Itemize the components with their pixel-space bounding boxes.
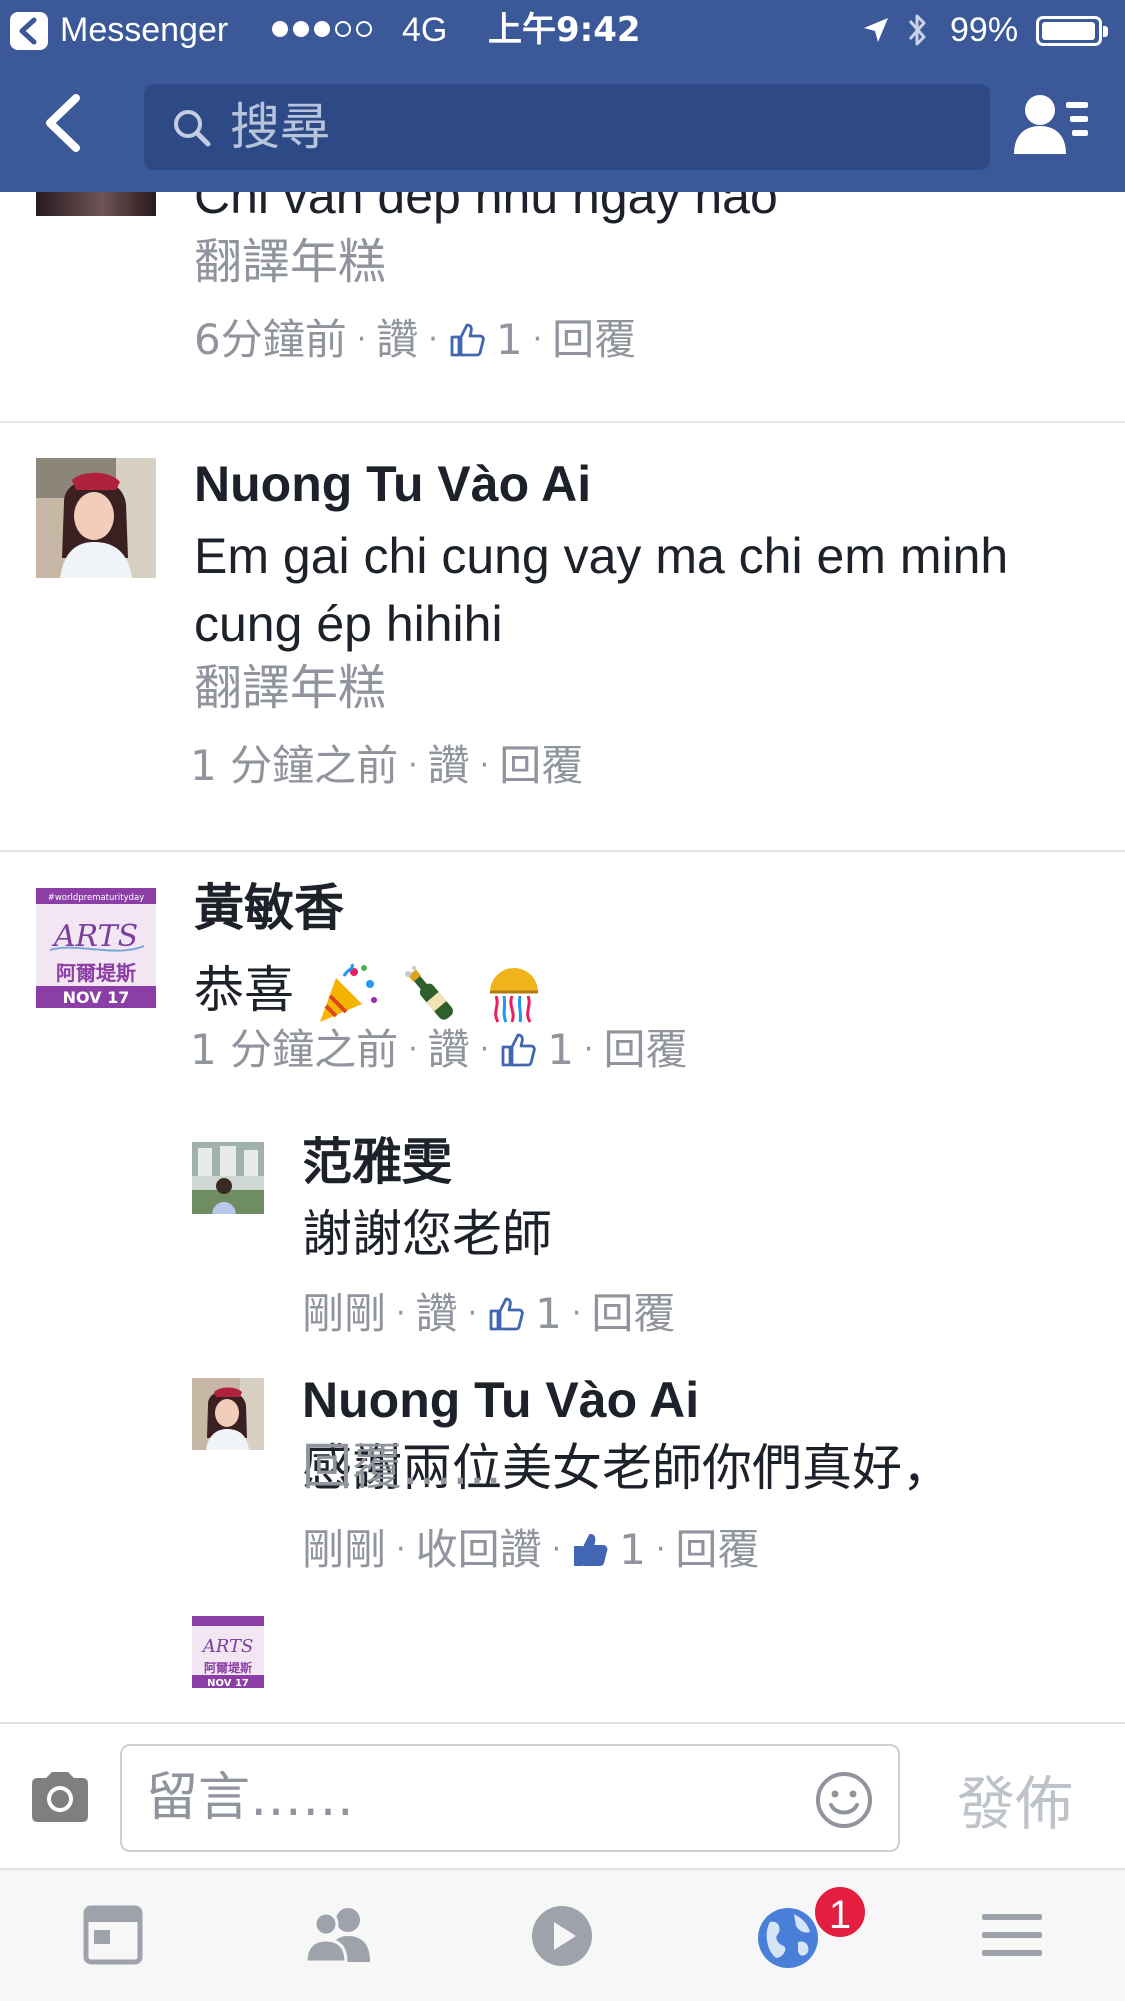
like-button[interactable]: 讚 bbox=[376, 312, 418, 368]
thumbs-up-icon bbox=[501, 1033, 536, 1067]
reply-button[interactable]: 回覆 bbox=[603, 1022, 687, 1078]
nav-bar bbox=[0, 60, 1125, 192]
divider bbox=[0, 421, 1125, 423]
signal-strength-icon bbox=[272, 21, 372, 37]
camera-icon[interactable] bbox=[28, 1770, 92, 1824]
like-count: 1 bbox=[547, 1025, 574, 1074]
replier-name[interactable]: 范雅雯 bbox=[302, 1132, 452, 1192]
comment-meta: 6分鐘前 · 讚 · 1 · 回覆 bbox=[194, 312, 636, 368]
comment-input[interactable] bbox=[146, 1746, 786, 1850]
like-count: 1 bbox=[535, 1289, 562, 1338]
reply-button[interactable]: 回覆 bbox=[499, 738, 583, 794]
notification-badge: 1 bbox=[812, 1884, 868, 1940]
reply-button[interactable]: 回覆 bbox=[552, 312, 636, 368]
news-feed-icon[interactable] bbox=[72, 1900, 152, 1970]
carrier-label: 4G bbox=[402, 11, 448, 49]
avatar[interactable] bbox=[36, 192, 156, 216]
like-count: 1 bbox=[495, 315, 523, 364]
comment-list[interactable]: Chi van dep nhu ngay nao 翻譯年糕 6分鐘前 · 讚 ·… bbox=[0, 192, 1125, 1722]
comment-text-row: 恭喜 bbox=[194, 956, 546, 1026]
divider bbox=[0, 850, 1125, 852]
comment-composer: 發佈 bbox=[0, 1722, 1125, 1868]
avatar-cn: 阿爾堤斯 bbox=[204, 1660, 252, 1675]
video-play-icon[interactable] bbox=[522, 1900, 602, 1970]
back-to-app-icon[interactable] bbox=[10, 12, 48, 50]
unlike-button[interactable]: 收回讚 bbox=[416, 1522, 542, 1578]
avatar-hashtag: #worldprematurityday bbox=[48, 893, 145, 903]
comment-meta: 1 分鐘之前 · 讚 · 1 · 回覆 bbox=[190, 1022, 687, 1078]
post-button[interactable]: 發佈 bbox=[930, 1754, 1100, 1844]
comment-input-box[interactable] bbox=[120, 1744, 900, 1852]
replier-name[interactable]: Nuong Tu Vào Ai bbox=[302, 1370, 699, 1430]
avatar[interactable] bbox=[192, 1378, 264, 1450]
chevron-left-icon bbox=[46, 94, 80, 152]
comment-text: Chi van dep nhu ngay nao bbox=[194, 192, 778, 224]
clock: 上午9:42 bbox=[488, 10, 641, 50]
avatar[interactable] bbox=[36, 458, 156, 578]
friend-requests-icon[interactable] bbox=[298, 1900, 378, 1970]
sticker-smiley-icon[interactable] bbox=[814, 1770, 874, 1830]
timestamp: 6分鐘前 bbox=[194, 315, 347, 364]
thumbs-up-icon bbox=[450, 323, 485, 357]
avatar-cn: 阿爾堤斯 bbox=[56, 961, 136, 985]
champagne-icon bbox=[404, 965, 453, 1020]
reply-button[interactable]: 回覆 bbox=[591, 1286, 675, 1342]
reply-input[interactable]: 回覆…… bbox=[302, 1427, 502, 1499]
location-arrow-icon bbox=[864, 18, 888, 42]
search-box[interactable] bbox=[144, 84, 990, 170]
reply-text: 謝謝您老師 bbox=[302, 1205, 552, 1263]
translate-link[interactable]: 翻譯年糕 bbox=[194, 232, 386, 292]
timestamp: 剛剛 bbox=[302, 1289, 387, 1338]
party-popper-icon bbox=[319, 963, 377, 1022]
confetti-ball-icon bbox=[489, 967, 538, 1023]
thumbs-up-filled-icon bbox=[574, 1534, 608, 1566]
timestamp: 1 分鐘之前 bbox=[190, 1025, 399, 1074]
tab-bar: 1 bbox=[0, 1868, 1125, 2001]
like-button[interactable]: 讚 bbox=[428, 1022, 470, 1078]
like-button[interactable]: 讚 bbox=[428, 738, 470, 794]
bluetooth-icon bbox=[908, 14, 926, 46]
avatar-logo: ARTS bbox=[201, 1636, 254, 1657]
comment-text: Em gai chi cung vay ma chi em minh cung … bbox=[194, 528, 1009, 652]
like-count: 1 bbox=[619, 1525, 646, 1574]
battery-percent: 99% bbox=[950, 11, 1019, 49]
friend-list-icon[interactable] bbox=[1014, 90, 1090, 160]
back-to-app-label[interactable]: Messenger bbox=[60, 8, 228, 52]
like-button[interactable]: 讚 bbox=[416, 1286, 458, 1342]
avatar-date: NOV 17 bbox=[63, 988, 130, 1007]
menu-icon[interactable] bbox=[972, 1900, 1052, 1970]
reply-meta: 剛剛 · 收回讚 · 1 · 回覆 bbox=[302, 1522, 759, 1578]
search-icon bbox=[174, 110, 211, 147]
battery-icon bbox=[1036, 16, 1108, 46]
status-bar: Messenger 4G 上午9:42 99% bbox=[0, 0, 1125, 60]
comment-meta: 1 分鐘之前 · 讚 · 回覆 bbox=[190, 738, 583, 794]
current-user-avatar: ARTS 阿爾堤斯 NOV 17 bbox=[192, 1616, 264, 1688]
reply-meta: 剛剛 · 讚 · 1 · 回覆 bbox=[302, 1286, 675, 1342]
commenter-name[interactable]: Nuong Tu Vào Ai bbox=[194, 454, 591, 514]
reply-button[interactable]: 回覆 bbox=[675, 1522, 759, 1578]
avatar[interactable] bbox=[192, 1142, 264, 1214]
thumbs-up-icon bbox=[489, 1297, 524, 1331]
avatar[interactable]: #worldprematurityday ARTS 阿爾堤斯 NOV 17 bbox=[36, 888, 156, 1008]
timestamp: 剛剛 bbox=[302, 1525, 387, 1574]
timestamp: 1 分鐘之前 bbox=[190, 741, 399, 790]
back-button[interactable] bbox=[36, 88, 96, 158]
avatar-date: NOV 17 bbox=[207, 1678, 249, 1688]
commenter-name[interactable]: 黃敏香 bbox=[194, 878, 344, 938]
comment-text: 恭喜 bbox=[194, 961, 294, 1019]
search-input[interactable] bbox=[230, 84, 970, 170]
translate-link[interactable]: 翻譯年糕 bbox=[194, 658, 386, 718]
